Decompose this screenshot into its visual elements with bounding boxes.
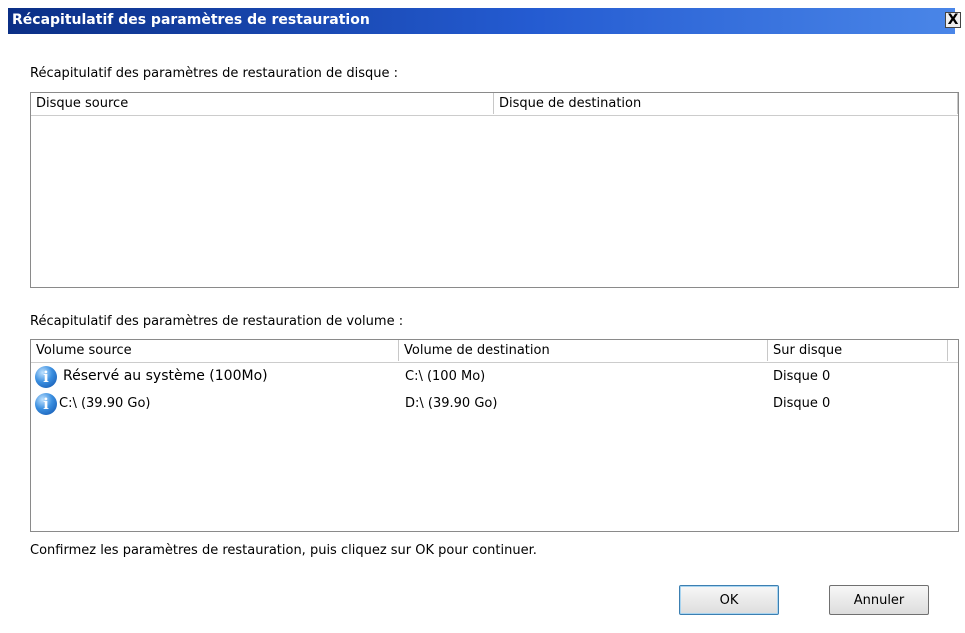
info-icon: i — [35, 392, 57, 415]
volume-row[interactable]: i Réservé au système (100Mo) C:\ (100 Mo)… — [31, 363, 958, 390]
volume-list-header: Volume source Volume de destination Sur … — [31, 340, 958, 363]
disk-summary-list[interactable]: Disque source Disque de destination — [30, 92, 959, 288]
column-volume-source[interactable]: Volume source — [31, 340, 399, 361]
volume-disk-cell: Disque 0 — [773, 369, 831, 384]
volume-destination-cell: D:\ (39.90 Go) — [405, 396, 498, 411]
disk-list-header: Disque source Disque de destination — [31, 93, 958, 116]
column-volume-destination[interactable]: Volume de destination — [399, 340, 768, 361]
cancel-button[interactable]: Annuler — [829, 585, 929, 615]
volume-source-cell: i Réservé au système (100Mo) — [35, 363, 399, 390]
column-disque-destination[interactable]: Disque de destination — [494, 93, 958, 114]
column-disque-source[interactable]: Disque source — [31, 93, 494, 114]
dialog-titlebar: Récapitulatif des paramètres de restaura… — [8, 8, 961, 34]
volume-disk-cell: Disque 0 — [773, 396, 831, 411]
ok-button[interactable]: OK — [679, 585, 779, 615]
volume-summary-label: Récapitulatif des paramètres de restaura… — [30, 314, 404, 329]
volume-summary-list[interactable]: Volume source Volume de destination Sur … — [30, 339, 959, 532]
volume-row[interactable]: i C:\ (39.90 Go) D:\ (39.90 Go) Disque 0 — [31, 390, 958, 417]
close-button[interactable]: X — [945, 12, 961, 28]
disk-summary-label: Récapitulatif des paramètres de restaura… — [30, 66, 399, 81]
column-sur-disque[interactable]: Sur disque — [768, 340, 948, 361]
dialog-title: Récapitulatif des paramètres de restaura… — [12, 12, 370, 28]
confirmation-message: Confirmez les paramètres de restauration… — [30, 543, 537, 558]
volume-source-text: C:\ (39.90 Go) — [59, 396, 151, 411]
volume-source-cell: i C:\ (39.90 Go) — [35, 390, 399, 417]
volume-destination-cell: C:\ (100 Mo) — [405, 369, 486, 384]
info-icon: i — [35, 365, 57, 388]
volume-source-text: Réservé au système (100Mo) — [63, 368, 268, 384]
